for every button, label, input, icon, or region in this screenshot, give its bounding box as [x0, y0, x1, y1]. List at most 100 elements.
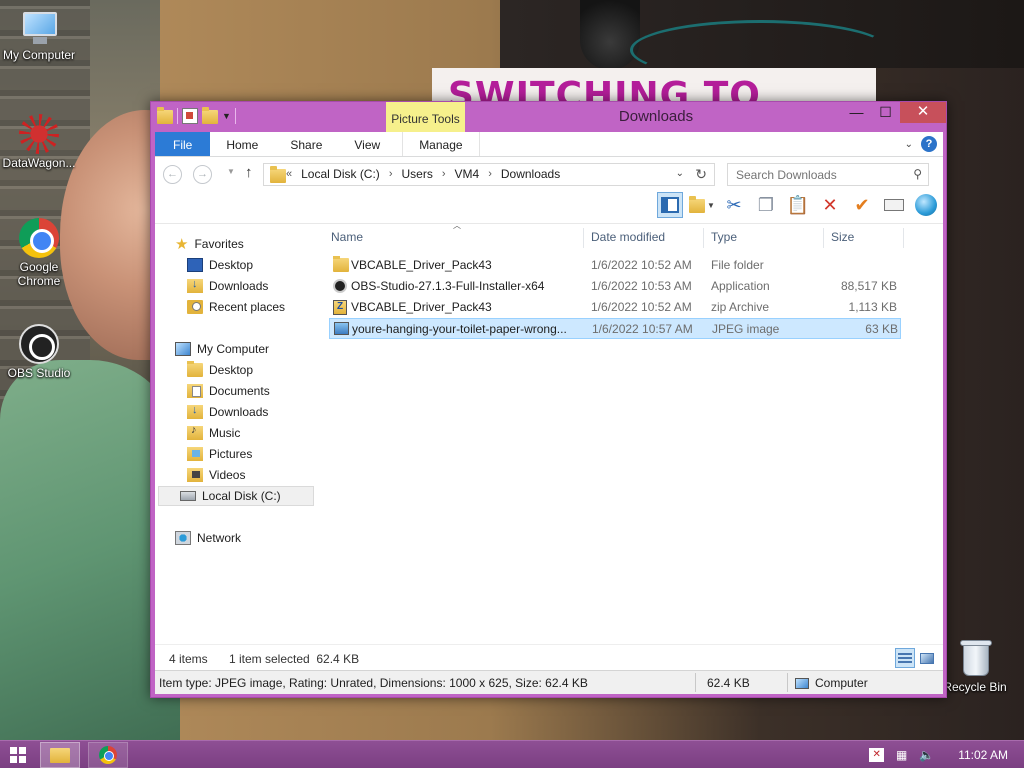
nav-computer-desktop[interactable]: Desktop: [187, 360, 253, 380]
nav-label: Network: [197, 531, 242, 545]
globe-button[interactable]: [913, 192, 939, 218]
downloads-folder-icon: [187, 278, 203, 293]
table-row-selected[interactable]: youre-hanging-your-toilet-paper-wrong...…: [329, 318, 901, 339]
cut-icon[interactable]: ✂: [721, 192, 747, 218]
taskbar-chrome[interactable]: [88, 742, 128, 768]
address-bar[interactable]: « Local Disk (C:) › Users › VM4 › Downlo…: [263, 163, 715, 186]
maximize-button[interactable]: ☐: [871, 102, 900, 123]
tab-file[interactable]: File: [155, 132, 211, 156]
column-header-type[interactable]: Type: [711, 230, 737, 250]
up-arrow-icon[interactable]: ↑: [245, 164, 253, 181]
nav-computer-downloads[interactable]: Downloads: [187, 402, 268, 422]
rename-button[interactable]: [881, 192, 907, 218]
paste-icon[interactable]: 📋: [785, 192, 811, 218]
volume-icon[interactable]: 🔈: [919, 748, 934, 762]
desktop-icon-google-chrome[interactable]: Google Chrome: [0, 218, 78, 288]
nav-favorites[interactable]: ★ Favorites: [175, 234, 244, 254]
documents-folder-icon: [187, 384, 203, 398]
taskbar: ✕ ▦ 🔈 11:02 AM: [0, 740, 1024, 768]
details-view-button[interactable]: [895, 648, 915, 668]
tab-manage[interactable]: Manage: [402, 132, 480, 156]
tab-home[interactable]: Home: [210, 132, 274, 156]
search-input[interactable]: [736, 165, 906, 185]
column-header-size[interactable]: Size: [831, 230, 854, 250]
search-icon[interactable]: ⚲: [913, 167, 922, 181]
desktop-icon: [187, 258, 203, 272]
nav-computer-local-disk[interactable]: Local Disk (C:): [158, 486, 314, 506]
windows-logo-icon: [10, 756, 17, 763]
forward-button[interactable]: →: [193, 165, 212, 184]
file-name: youre-hanging-your-toilet-paper-wrong...: [352, 322, 567, 336]
nav-favorites-desktop[interactable]: Desktop: [187, 255, 253, 275]
nav-computer-pictures[interactable]: Pictures: [187, 444, 252, 464]
breadcrumb-users[interactable]: Users: [401, 167, 432, 181]
preview-pane-button[interactable]: [657, 192, 683, 218]
breadcrumb-downloads[interactable]: Downloads: [501, 167, 560, 181]
table-row[interactable]: VBCABLE_Driver_Pack43 1/6/2022 10:52 AM …: [329, 297, 901, 318]
table-row[interactable]: OBS-Studio-27.1.3-Full-Installer-x64 1/6…: [329, 276, 901, 297]
minimize-button[interactable]: —: [842, 102, 871, 123]
nav-computer-documents[interactable]: Documents: [187, 381, 270, 401]
column-divider[interactable]: [823, 228, 824, 248]
address-dropdown-icon[interactable]: ⌄: [676, 168, 684, 179]
start-button[interactable]: [10, 747, 26, 763]
column-header-name[interactable]: Name: [331, 230, 363, 250]
recent-locations-chevron-icon[interactable]: ▼: [227, 167, 235, 176]
large-icons-view-icon: [920, 652, 934, 664]
column-divider[interactable]: [583, 228, 584, 248]
nav-label: Favorites: [194, 237, 244, 251]
refresh-icon[interactable]: ↻: [695, 166, 707, 183]
network-icon: [175, 531, 191, 545]
desktop-icon-my-computer[interactable]: My Computer: [0, 10, 78, 62]
back-button[interactable]: ←: [163, 165, 182, 184]
column-divider[interactable]: [903, 228, 904, 248]
chevron-down-icon[interactable]: ▼: [222, 111, 231, 121]
datawagon-icon: [19, 114, 59, 154]
title-bar[interactable]: ▼ Picture Tools Downloads — ☐ ✕: [151, 102, 946, 132]
chevron-right-icon[interactable]: ›: [488, 168, 492, 180]
expand-ribbon-chevron-icon[interactable]: ⌄: [905, 139, 913, 150]
column-header-date-modified[interactable]: Date modified: [591, 230, 665, 250]
nav-network[interactable]: Network: [175, 528, 241, 548]
file-date: 1/6/2022 10:53 AM: [591, 279, 692, 293]
nav-label: My Computer: [197, 342, 270, 356]
chevron-right-icon[interactable]: ›: [442, 168, 446, 180]
address-bar-row: ← → ▼ ↑ « Local Disk (C:) › Users › VM4 …: [155, 156, 943, 188]
search-box[interactable]: ⚲: [727, 163, 929, 186]
desktop-icon-obs-studio[interactable]: OBS Studio: [0, 324, 78, 380]
delete-icon[interactable]: ✕: [817, 192, 843, 218]
tab-view[interactable]: View: [338, 132, 396, 156]
new-folder-icon[interactable]: [202, 106, 218, 124]
checkmark-icon[interactable]: ✔: [849, 192, 875, 218]
nav-computer-videos[interactable]: Videos: [187, 465, 245, 485]
overflow-chevron-icon[interactable]: «: [286, 168, 292, 180]
breadcrumb-local-disk[interactable]: Local Disk (C:): [301, 167, 380, 181]
sort-caret-icon: ︿: [453, 221, 461, 230]
nav-my-computer[interactable]: My Computer: [175, 339, 269, 359]
network-icon[interactable]: ▦: [894, 748, 909, 762]
file-type: File folder: [711, 258, 764, 272]
column-divider[interactable]: [703, 228, 704, 248]
nav-favorites-recent-places[interactable]: Recent places: [187, 297, 285, 317]
table-row[interactable]: VBCABLE_Driver_Pack43 1/6/2022 10:52 AM …: [329, 255, 901, 276]
clock[interactable]: 11:02 AM: [958, 748, 1008, 762]
desktop-icon-label: Recycle Bin: [943, 680, 1007, 694]
action-center-flag-icon[interactable]: ✕: [869, 748, 885, 762]
desktop-icon-datawagon[interactable]: DataWagon...: [0, 114, 78, 170]
chrome-icon: [99, 746, 117, 764]
properties-icon[interactable]: [182, 108, 198, 124]
details-bar: Item type: JPEG image, Rating: Unrated, …: [155, 670, 943, 694]
copy-icon[interactable]: ❐: [753, 192, 779, 218]
large-icons-view-button[interactable]: [917, 648, 937, 668]
breadcrumb-vm4[interactable]: VM4: [455, 167, 480, 181]
taskbar-file-explorer[interactable]: [40, 742, 80, 768]
chevron-right-icon[interactable]: ›: [389, 168, 393, 180]
help-icon[interactable]: ?: [921, 136, 937, 152]
nav-computer-music[interactable]: Music: [187, 423, 240, 443]
tab-share[interactable]: Share: [274, 132, 338, 156]
folder-icon[interactable]: [157, 106, 173, 124]
desktop-icon-recycle-bin[interactable]: Recycle Bin: [936, 638, 1014, 694]
nav-favorites-downloads[interactable]: Downloads: [187, 276, 268, 296]
folder-options-button[interactable]: ▼: [689, 192, 715, 218]
close-button[interactable]: ✕: [900, 102, 946, 123]
